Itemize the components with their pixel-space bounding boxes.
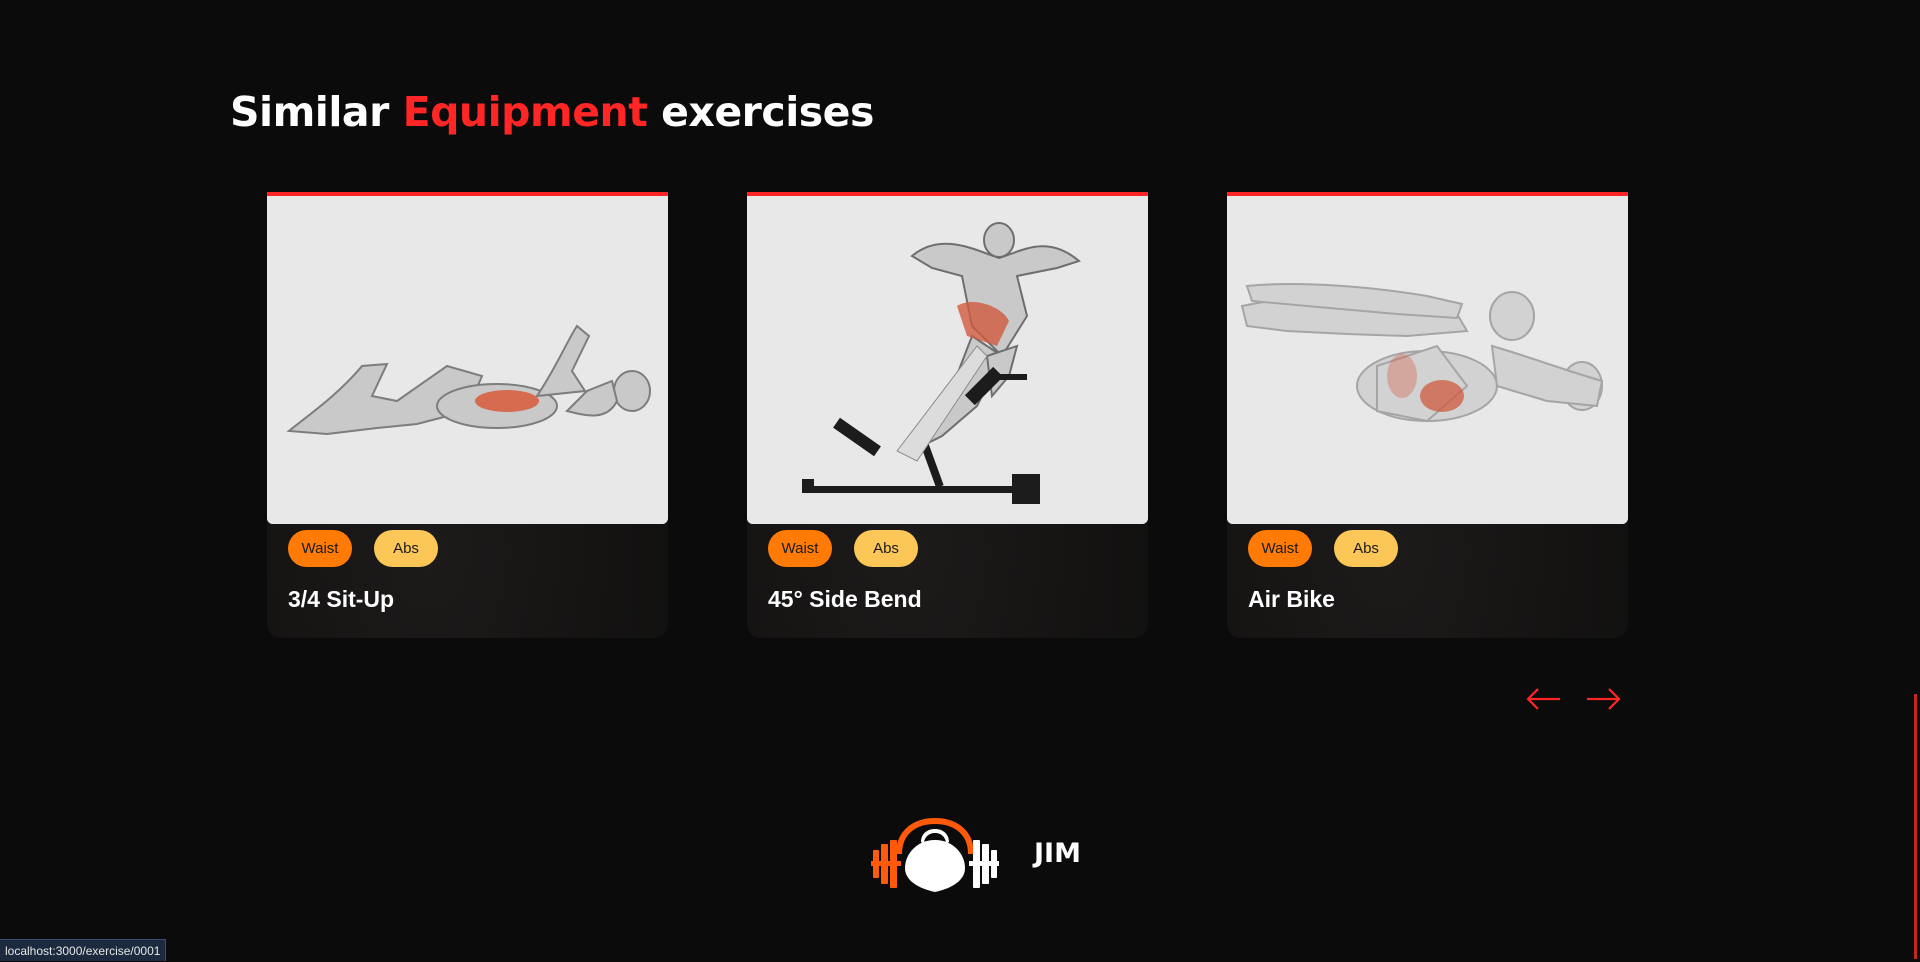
- air-bike-illustration: [1227, 196, 1628, 524]
- target-pill[interactable]: Abs: [374, 530, 438, 567]
- situp-illustration: [267, 196, 668, 524]
- browser-status-url: localhost:3000/exercise/0001: [0, 939, 167, 961]
- scrollbar-thumb[interactable]: [1914, 694, 1917, 959]
- exercise-name: 45° Side Bend: [768, 586, 922, 612]
- exercise-card[interactable]: Waist Abs 45° Side Bend: [747, 192, 1148, 638]
- exercise-card[interactable]: Waist Abs Air Bike: [1227, 192, 1628, 638]
- body-part-pill[interactable]: Waist: [288, 530, 352, 567]
- exercise-gif: [267, 192, 668, 524]
- exercise-name: Air Bike: [1248, 586, 1335, 612]
- exercise-gif: [1227, 192, 1628, 524]
- arrow-left-icon: [1526, 688, 1560, 710]
- arrow-right-icon: [1587, 688, 1621, 710]
- scroll-prev-button[interactable]: [1524, 684, 1564, 714]
- footer-logo: [869, 812, 1001, 894]
- exercise-name: 3/4 Sit-Up: [288, 586, 395, 612]
- side-bend-illustration: [747, 196, 1148, 524]
- footer-brand-name: JIM: [1034, 838, 1081, 869]
- scroll-next-button[interactable]: [1583, 684, 1623, 714]
- exercise-gif: [747, 192, 1148, 524]
- kettlebell-dumbbell-logo-icon: [871, 817, 999, 892]
- exercise-card[interactable]: Waist Abs 3/4 Sit-Up: [267, 192, 668, 638]
- target-pill[interactable]: Abs: [1334, 530, 1398, 567]
- target-pill[interactable]: Abs: [854, 530, 918, 567]
- body-part-pill[interactable]: Waist: [1248, 530, 1312, 567]
- body-part-pill[interactable]: Waist: [768, 530, 832, 567]
